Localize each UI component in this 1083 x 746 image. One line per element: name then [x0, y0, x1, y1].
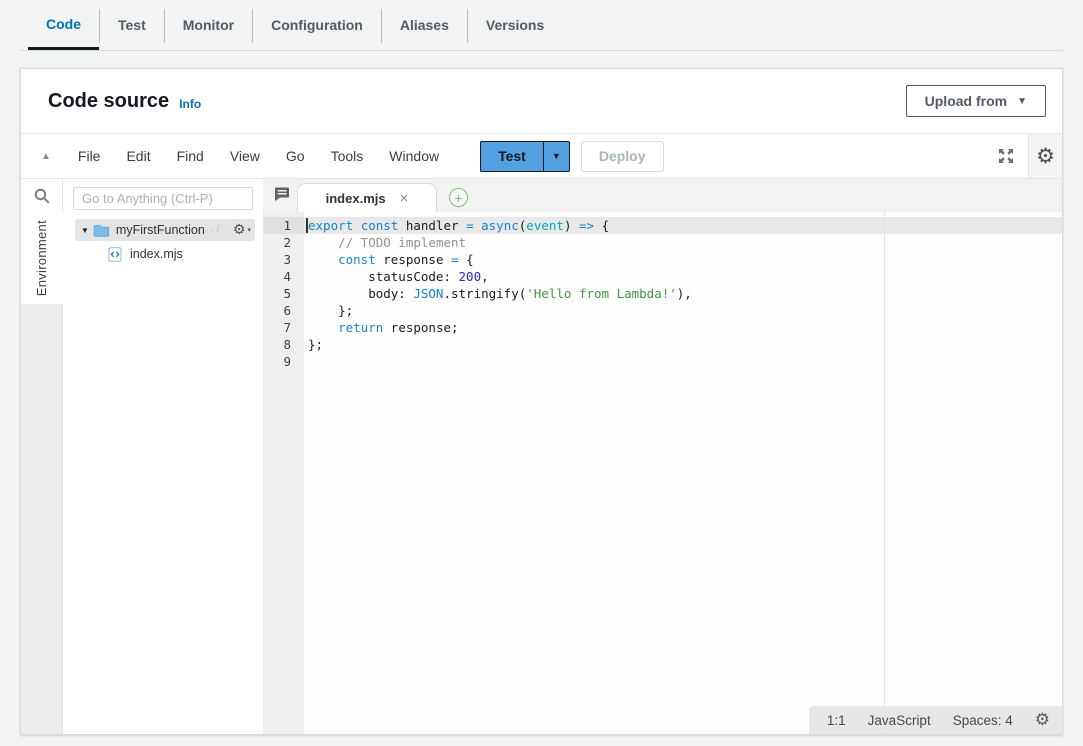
file-name: index.mjs — [130, 247, 183, 261]
menu-window[interactable]: Window — [376, 148, 452, 164]
language-mode[interactable]: JavaScript — [868, 713, 931, 728]
page-title: Code source — [48, 90, 169, 113]
tab-bar-divider — [20, 50, 1063, 51]
code-source-panel: Code source Info Upload from ▼ ▲ FileEdi… — [20, 68, 1063, 735]
info-link[interactable]: Info — [179, 97, 201, 111]
folder-icon — [93, 224, 110, 237]
editor-menubar: ▲ FileEditFindViewGoToolsWindow Test ▼ D… — [21, 134, 1062, 179]
code-line[interactable]: 3 const response = { — [263, 251, 1062, 268]
editor-menus: FileEditFindViewGoToolsWindow — [65, 148, 452, 164]
menu-go[interactable]: Go — [273, 148, 318, 164]
code-line[interactable]: 4 statusCode: 200, — [263, 268, 1062, 285]
menu-tools[interactable]: Tools — [318, 148, 377, 164]
search-icon — [33, 187, 51, 205]
code-line[interactable]: 8}; — [263, 336, 1062, 353]
line-number[interactable]: 6 — [263, 302, 304, 319]
upload-from-label: Upload from — [925, 93, 1007, 109]
console-tab-monitor[interactable]: Monitor — [165, 0, 252, 50]
tree-file-index-mjs[interactable]: index.mjs — [63, 243, 263, 265]
test-split-button: Test ▼ — [480, 141, 570, 172]
text-cursor — [306, 218, 308, 233]
code-line[interactable]: 6 }; — [263, 302, 1062, 319]
menu-edit[interactable]: Edit — [113, 148, 163, 164]
plus-icon: + — [454, 190, 462, 206]
new-tab-button[interactable]: + — [449, 188, 468, 207]
code-line-text: const response = { — [304, 251, 474, 268]
menubar-right-controls: ⚙ — [984, 134, 1062, 178]
test-dropdown-button[interactable]: ▼ — [543, 141, 570, 172]
caret-down-icon: ▼ — [1017, 96, 1027, 107]
environment-tab-label: Environment — [34, 220, 49, 296]
editor-tab-label: index.mjs — [326, 191, 386, 206]
panel-header: Code source Info Upload from ▼ — [21, 69, 1062, 134]
test-button[interactable]: Test — [480, 141, 543, 172]
tab-list-icon[interactable] — [273, 186, 290, 202]
code-line[interactable]: 1export const handler = async(event) => … — [263, 217, 1062, 234]
code-line-text — [304, 353, 308, 370]
code-line-text: return response; — [304, 319, 459, 336]
console-tab-versions[interactable]: Versions — [468, 0, 562, 50]
editor-column: index.mjs × + 1export const handler = as… — [263, 179, 1062, 734]
search-button[interactable] — [21, 179, 62, 212]
code-line[interactable]: 2 // TODO implement — [263, 234, 1062, 251]
editor-tab-bar: index.mjs × + — [263, 179, 1062, 212]
cursor-position[interactable]: 1:1 — [827, 713, 846, 728]
print-margin-line — [884, 212, 885, 734]
code-line-text: export const handler = async(event) => { — [304, 217, 609, 234]
caret-down-icon: ▾ — [247, 226, 251, 234]
editor-tab-index-mjs[interactable]: index.mjs × — [297, 183, 437, 212]
collapse-editor-icon[interactable]: ▲ — [21, 151, 65, 162]
code-line-text: body: JSON.stringify('Hello from Lambda!… — [304, 285, 692, 302]
line-number[interactable]: 5 — [263, 285, 304, 302]
line-number[interactable]: 7 — [263, 319, 304, 336]
line-number[interactable]: 3 — [263, 251, 304, 268]
line-number[interactable]: 8 — [263, 336, 304, 353]
code-line-text: statusCode: 200, — [304, 268, 489, 285]
console-tab-aliases[interactable]: Aliases — [382, 0, 467, 50]
code-line-text: // TODO implement — [304, 234, 466, 251]
indentation-setting[interactable]: Spaces: 4 — [953, 713, 1013, 728]
left-icon-strip: Environment — [21, 179, 63, 734]
file-tree-panel: ▼ myFirstFunction - / ⚙ ▾ index.mjs — [63, 179, 263, 734]
close-tab-icon[interactable]: × — [400, 191, 409, 206]
goto-anything-input[interactable] — [73, 187, 253, 210]
line-number[interactable]: 4 — [263, 268, 304, 285]
code-line[interactable]: 7 return response; — [263, 319, 1062, 336]
upload-from-button[interactable]: Upload from ▼ — [906, 85, 1046, 117]
code-line-text: }; — [304, 336, 323, 353]
console-tab-code[interactable]: Code — [28, 0, 99, 50]
folder-name: myFirstFunction — [116, 223, 205, 237]
line-number[interactable]: 2 — [263, 234, 304, 251]
gear-icon: ⚙ — [233, 223, 246, 237]
environment-tab[interactable]: Environment — [21, 212, 63, 304]
editor-workspace: Environment ▼ myFirstFunction - / ⚙ ▾ — [21, 179, 1062, 734]
tree-folder-myfirstfunction[interactable]: ▼ myFirstFunction - / ⚙ ▾ — [75, 219, 255, 241]
menu-view[interactable]: View — [217, 148, 273, 164]
code-line[interactable]: 5 body: JSON.stringify('Hello from Lambd… — [263, 285, 1062, 302]
folder-suffix: - / — [210, 224, 220, 236]
menu-find[interactable]: Find — [164, 148, 217, 164]
console-tab-test[interactable]: Test — [100, 0, 164, 50]
console-tab-configuration[interactable]: Configuration — [253, 0, 381, 50]
line-number[interactable]: 9 — [263, 353, 304, 370]
editor-settings-button[interactable]: ⚙ — [1028, 134, 1062, 178]
chevron-down-icon[interactable]: ▼ — [81, 226, 89, 235]
statusbar-settings-icon[interactable]: ⚙ — [1035, 712, 1050, 729]
code-line[interactable]: 9 — [263, 353, 1062, 370]
fullscreen-icon[interactable] — [984, 147, 1028, 165]
line-number[interactable]: 1 — [263, 217, 304, 234]
menu-file[interactable]: File — [65, 148, 114, 164]
code-editor[interactable]: 1export const handler = async(event) => … — [263, 212, 1062, 734]
code-file-icon — [108, 247, 122, 262]
editor-status-bar: 1:1 JavaScript Spaces: 4 ⚙ — [809, 706, 1062, 734]
code-line-text: }; — [304, 302, 353, 319]
folder-settings-button[interactable]: ⚙ ▾ — [233, 223, 251, 237]
deploy-button[interactable]: Deploy — [581, 141, 664, 172]
console-tab-bar: CodeTestMonitorConfigurationAliasesVersi… — [28, 0, 562, 51]
gear-icon: ⚙ — [1036, 146, 1055, 167]
